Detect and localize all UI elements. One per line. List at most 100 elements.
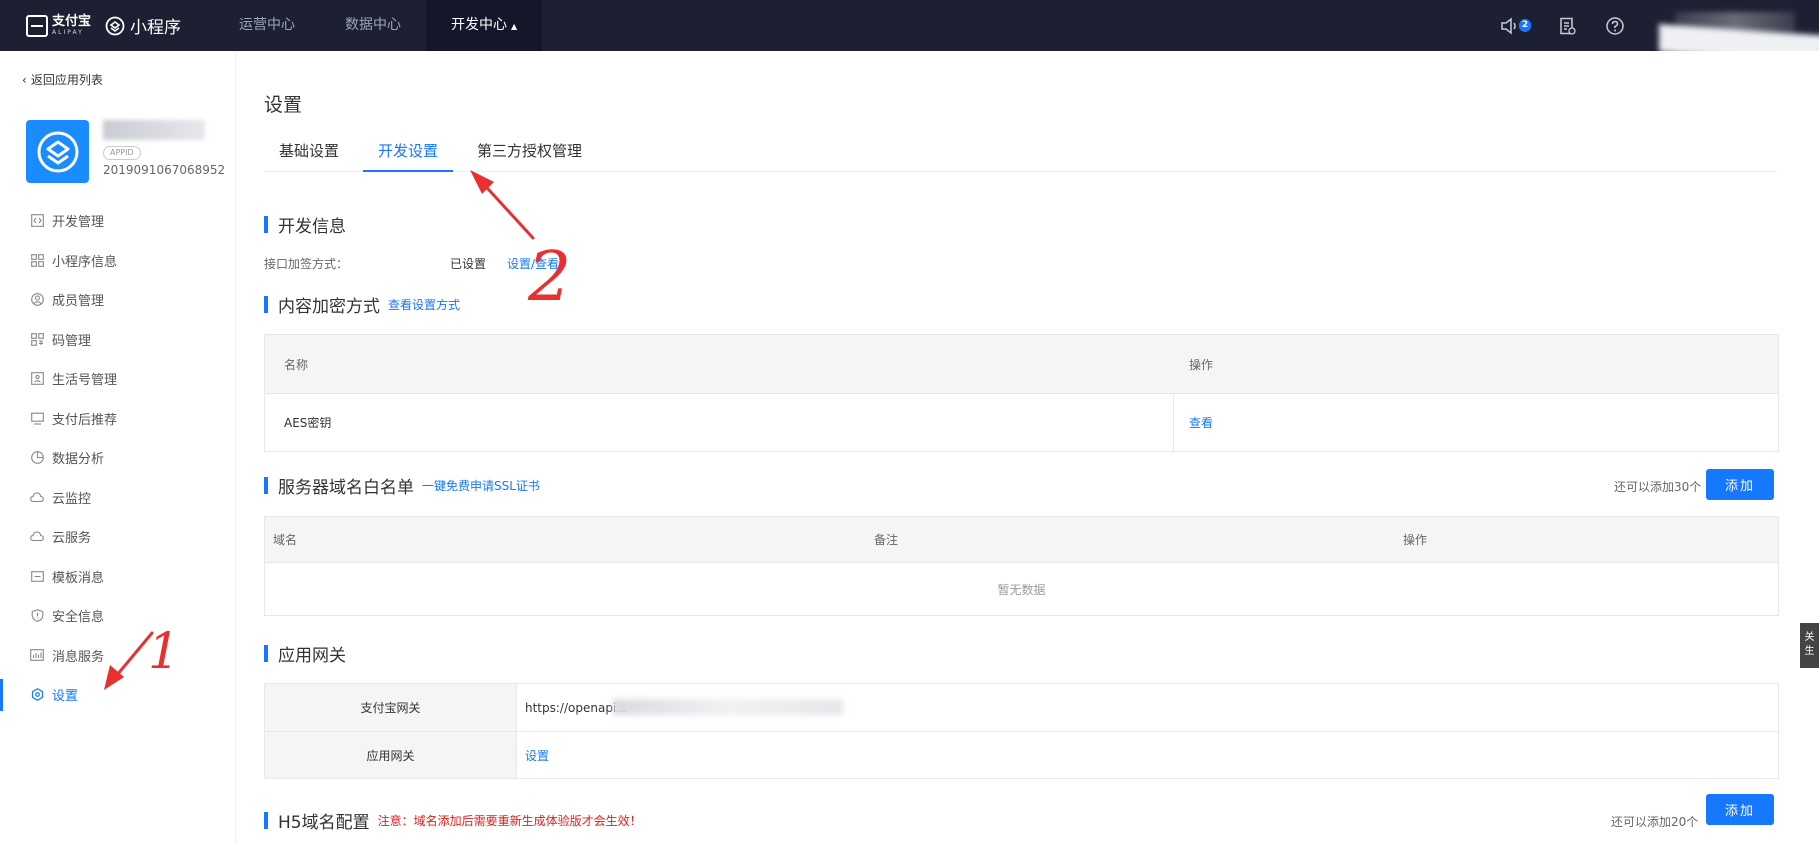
account-icon <box>30 372 44 386</box>
h5-domain-remaining: 还可以添加20个 <box>1611 815 1699 829</box>
section-title-h5-domain: H5域名配置 注意：域名添加后需要重新生成体验版才会生效！ <box>264 808 642 833</box>
table-header: 域名 备注 操作 <box>265 517 1778 562</box>
table-row: 应用网关 设置 <box>265 731 1778 778</box>
view-aes-key-link[interactable]: 查看 <box>1174 394 1213 451</box>
app-logo-icon <box>37 131 78 172</box>
nav-item-dev-center[interactable]: 开发中心 ▲ <box>426 0 543 51</box>
section-title-text: 开发信息 <box>278 217 346 237</box>
docs-button[interactable] <box>1555 14 1579 38</box>
help-icon <box>1606 16 1624 35</box>
chevron-left-icon: ‹ <box>22 72 27 87</box>
sidebar-item-data-analysis[interactable]: 数据分析 <box>0 438 235 478</box>
sidebar-item-label: 安全信息 <box>52 610 105 626</box>
cloud-icon <box>30 530 44 544</box>
alipay-gateway-label: 支付宝网关 <box>265 684 517 731</box>
table-row: AES密钥 查看 <box>265 393 1778 451</box>
notification-button[interactable]: 2 <box>1497 14 1531 38</box>
code-icon <box>30 214 44 228</box>
sidebar-item-mini-info[interactable]: 小程序信息 <box>0 241 235 281</box>
gateway-table: 支付宝网关 https://openapi.a 应用网关 设置 <box>264 683 1779 779</box>
column-header-action: 操作 <box>1189 357 1214 372</box>
app-logo <box>26 120 89 183</box>
alipay-logo: 支付宝 ALIPAY <box>26 14 92 37</box>
tab-third-party-auth[interactable]: 第三方授权管理 <box>462 138 597 172</box>
shield-icon <box>30 609 44 623</box>
column-header-domain: 域名 <box>273 533 298 547</box>
section-title-server-domain: 服务器域名白名单 一键免费申请SSL证书 <box>264 473 540 498</box>
column-header-action: 操作 <box>1403 533 1428 547</box>
section-title-text: H5域名配置 <box>278 813 370 833</box>
sidebar-item-message-service[interactable]: 消息服务 <box>0 636 235 676</box>
sidebar-item-label: 云监控 <box>52 491 92 507</box>
tab-dev-settings[interactable]: 开发设置 <box>363 138 454 172</box>
sidebar-item-label: 数据分析 <box>52 452 105 468</box>
sign-method-status: 已设置 <box>450 257 487 271</box>
empty-state: 暂无数据 <box>997 582 1046 597</box>
sidebar-item-label: 支付后推荐 <box>52 412 118 428</box>
sidebar-item-code-management[interactable]: 码管理 <box>0 320 235 360</box>
sidebar-item-label: 成员管理 <box>52 294 105 310</box>
help-button[interactable] <box>1603 14 1627 38</box>
section-title-text: 内容加密方式 <box>278 297 380 317</box>
brand[interactable]: 支付宝 ALIPAY 小程序 <box>0 0 214 51</box>
nav-item-data[interactable]: 数据中心 <box>320 0 426 51</box>
section-title-dev-info: 开发信息 <box>264 212 346 237</box>
appid-tag: APPID <box>103 146 141 160</box>
key-name-cell: AES密钥 <box>265 394 1174 451</box>
sidebar-item-template-message[interactable]: 模板消息 <box>0 557 235 597</box>
column-header-remark: 备注 <box>874 533 899 547</box>
table-row: 支付宝网关 https://openapi.a <box>265 684 1778 731</box>
add-server-domain-button[interactable]: 添加 <box>1706 469 1774 500</box>
sidebar-item-cloud-service[interactable]: 云服务 <box>0 517 235 557</box>
nav-item-operations[interactable]: 运营中心 <box>214 0 320 51</box>
main-content: 设置 基础设置 开发设置 第三方授权管理 开发信息 接口加签方式： 已设置 设置… <box>235 51 1819 845</box>
app-gateway-set-link[interactable]: 设置 <box>525 747 549 764</box>
alipay-gateway-value: https://openapi.a <box>517 684 843 731</box>
column-header-name: 名称 <box>284 357 309 372</box>
sidebar-item-life-account[interactable]: 生活号管理 <box>0 359 235 399</box>
sidebar-item-cloud-monitor[interactable]: 云监控 <box>0 478 235 518</box>
app-id: 2019091067068952 <box>103 163 226 177</box>
back-to-app-list-link[interactable]: ‹ 返回应用列表 <box>22 71 103 88</box>
tab-basic-settings[interactable]: 基础设置 <box>264 138 354 172</box>
sidebar-item-label: 设置 <box>52 689 79 705</box>
sidebar-item-settings[interactable]: 设置 <box>0 675 235 715</box>
sidebar-item-label: 生活号管理 <box>52 373 118 389</box>
sidebar-item-label: 云服务 <box>52 531 92 547</box>
apply-ssl-link[interactable]: 一键免费申请SSL证书 <box>422 477 540 494</box>
alipay-logo-subtext: ALIPAY <box>52 29 84 36</box>
chart-icon <box>30 648 44 662</box>
sidebar-item-label: 模板消息 <box>52 570 105 586</box>
h5-domain-warning: 注意：域名添加后需要重新生成体验版才会生效！ <box>377 814 642 828</box>
sidebar-item-post-pay[interactable]: 支付后推荐 <box>0 399 235 439</box>
redacted-text <box>613 699 843 715</box>
section-title-text: 服务器域名白名单 <box>278 478 414 498</box>
caret-up-icon: ▲ <box>511 22 518 31</box>
product-title: 小程序 <box>130 18 182 38</box>
view-setting-method-link[interactable]: 查看设置方式 <box>388 296 460 313</box>
mini-program-icon <box>105 16 125 35</box>
floating-feedback-tab[interactable]: 关生 <box>1800 623 1819 668</box>
sidebar-item-members[interactable]: 成员管理 <box>0 280 235 320</box>
section-title-content-encryption: 内容加密方式 查看设置方式 <box>264 292 460 317</box>
alipay-logo-text: 支付宝 <box>52 14 92 29</box>
qrcode-icon <box>30 332 44 346</box>
add-h5-domain-button[interactable]: 添加 <box>1706 794 1774 825</box>
sidebar-item-dev-management[interactable]: 开发管理 <box>0 201 235 241</box>
cloud-icon <box>30 490 44 504</box>
app-name <box>103 120 205 140</box>
settings-tabs: 基础设置 开发设置 第三方授权管理 <box>264 138 1778 172</box>
sidebar-item-label: 消息服务 <box>52 649 105 665</box>
sidebar-item-security-info[interactable]: 安全信息 <box>0 596 235 636</box>
sidebar-item-label: 小程序信息 <box>52 254 118 270</box>
user-icon <box>30 293 44 307</box>
page-title: 设置 <box>264 94 303 116</box>
sign-method-link[interactable]: 设置/查看 <box>507 255 559 272</box>
sidebar: ‹ 返回应用列表 APPID 2019091067068952 开发管理 小程序… <box>0 51 235 845</box>
user-menu[interactable] <box>1659 0 1819 51</box>
monitor-icon <box>30 411 44 425</box>
section-title-gateway: 应用网关 <box>264 641 346 666</box>
top-right-tools: 2 <box>1473 0 1819 51</box>
sign-method-row: 接口加签方式： 已设置 设置/查看 <box>264 255 559 272</box>
top-nav: 运营中心 数据中心 开发中心 ▲ <box>214 0 543 51</box>
